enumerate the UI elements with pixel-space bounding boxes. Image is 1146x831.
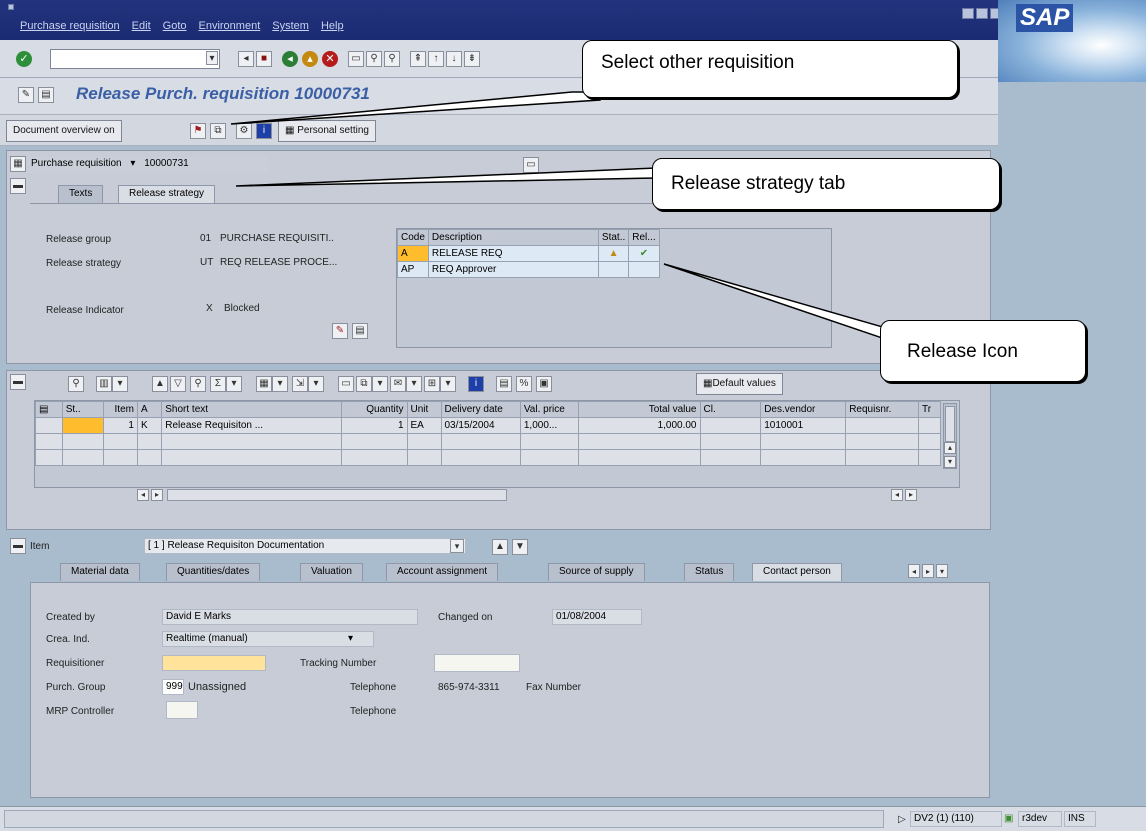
pointer-release-tab xyxy=(235,167,657,187)
callout-select-other: Select other requisition xyxy=(582,40,958,98)
pointer-select-other xyxy=(230,91,601,125)
callout-pointers xyxy=(230,91,901,346)
callout-release-tab: Release strategy tab xyxy=(652,158,1000,210)
callout-release-icon: Release Icon xyxy=(880,320,1086,382)
pointer-release-icon xyxy=(663,263,901,346)
